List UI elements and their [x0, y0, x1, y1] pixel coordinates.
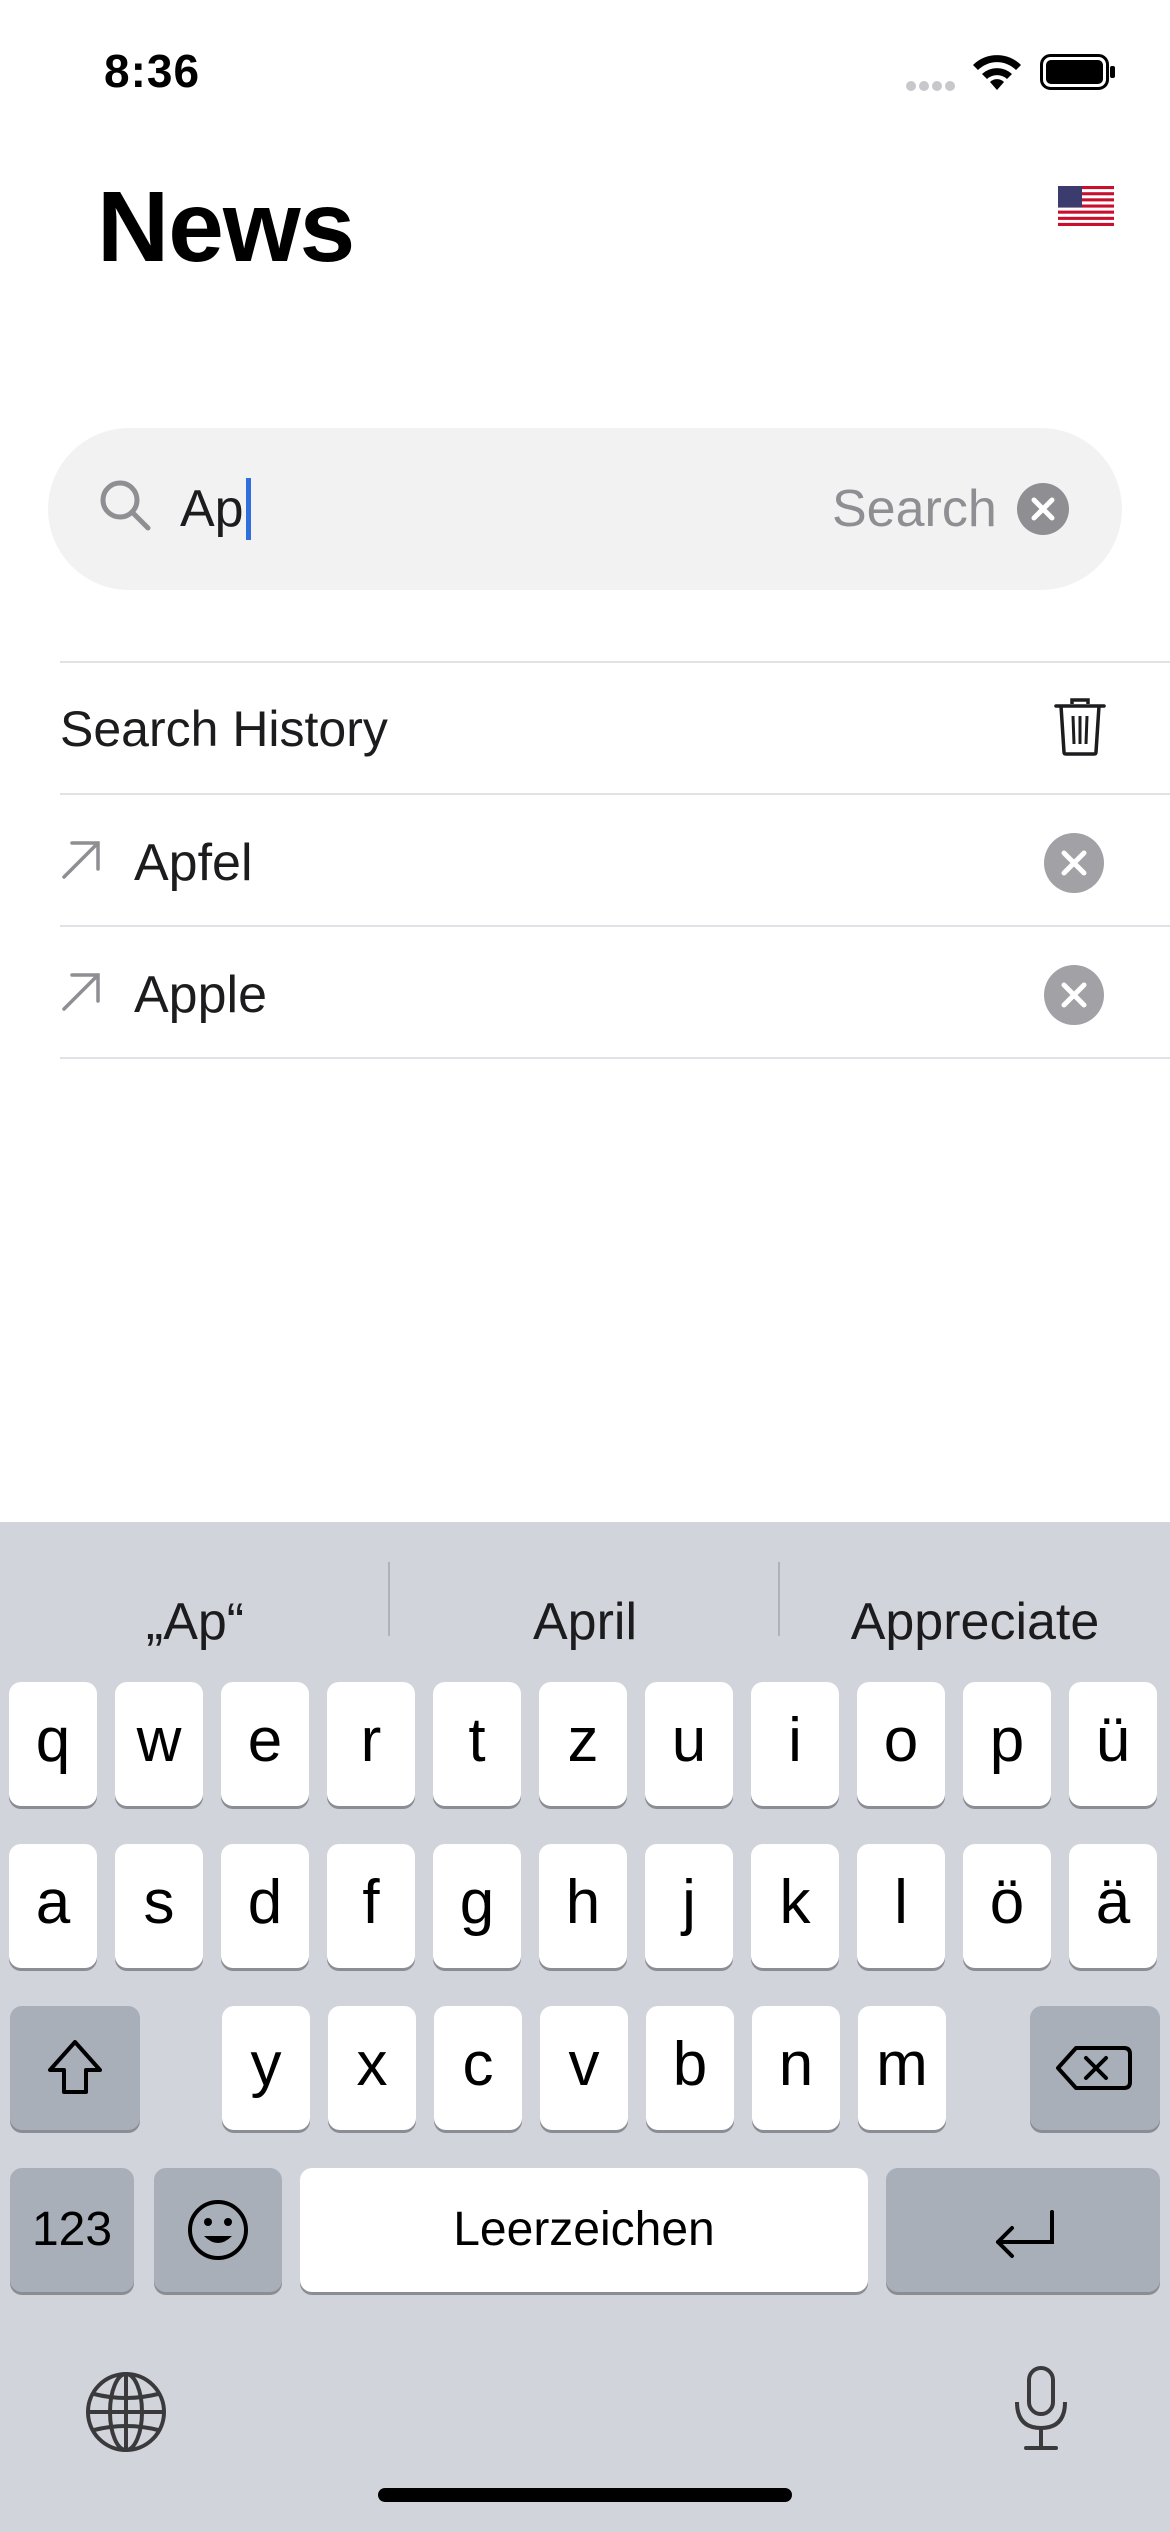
key-q[interactable]: q	[9, 1682, 97, 1806]
key-c[interactable]: c	[434, 2006, 522, 2130]
search-history-item[interactable]: Apfel	[0, 795, 1170, 925]
remove-history-item-icon[interactable]	[1044, 965, 1104, 1025]
keyboard: „Ap“ April Appreciate qwertzuiopü asdfgh…	[0, 1522, 1170, 2532]
backspace-icon	[1056, 2046, 1132, 2090]
suggestion-3[interactable]: Appreciate	[780, 1582, 1170, 1662]
search-button[interactable]: Search	[832, 478, 997, 540]
clear-search-icon[interactable]	[1016, 482, 1070, 536]
key-n[interactable]: n	[752, 2006, 840, 2130]
divider	[60, 661, 1170, 663]
globe-icon[interactable]	[84, 2370, 168, 2454]
emoji-key[interactable]	[154, 2168, 282, 2292]
search-history-item[interactable]: Apple	[0, 927, 1170, 1057]
key-u[interactable]: u	[645, 1682, 733, 1806]
keyboard-row-3: yxcvbnm	[0, 2006, 1170, 2136]
suggestion-1[interactable]: „Ap“	[0, 1582, 390, 1662]
key-t[interactable]: t	[433, 1682, 521, 1806]
trash-icon[interactable]	[1054, 698, 1106, 756]
key-a[interactable]: a	[9, 1844, 97, 1968]
key-l[interactable]: l	[857, 1844, 945, 1968]
search-icon	[100, 480, 151, 531]
us-flag-icon[interactable]	[1058, 186, 1114, 226]
search-input-text: Ap	[180, 480, 244, 538]
search-input[interactable]: Ap	[180, 478, 251, 540]
remove-history-item-icon[interactable]	[1044, 833, 1104, 893]
shift-key[interactable]	[10, 2006, 140, 2130]
key-ä[interactable]: ä	[1069, 1844, 1157, 1968]
microphone-icon[interactable]	[1010, 2364, 1072, 2454]
key-m[interactable]: m	[858, 2006, 946, 2130]
wifi-icon	[973, 55, 1021, 90]
emoji-icon	[188, 2200, 248, 2260]
key-d[interactable]: d	[221, 1844, 309, 1968]
key-i[interactable]: i	[751, 1682, 839, 1806]
home-indicator	[378, 2488, 792, 2502]
cellular-signal-icon	[906, 81, 955, 91]
key-x[interactable]: x	[328, 2006, 416, 2130]
suggestion-2[interactable]: April	[390, 1582, 780, 1662]
status-time: 8:36	[104, 45, 201, 97]
search-history-item-label: Apfel	[134, 834, 253, 892]
return-icon	[996, 2210, 1054, 2258]
space-key[interactable]: Leerzeichen	[300, 2168, 868, 2292]
search-history-item-label: Apple	[134, 966, 267, 1024]
key-j[interactable]: j	[645, 1844, 733, 1968]
delete-key[interactable]	[1030, 2006, 1160, 2130]
numbers-key[interactable]: 123	[10, 2168, 134, 2292]
divider	[60, 1057, 1170, 1059]
key-k[interactable]: k	[751, 1844, 839, 1968]
shift-icon	[48, 2040, 102, 2094]
return-key[interactable]	[886, 2168, 1160, 2292]
key-y[interactable]: y	[222, 2006, 310, 2130]
key-w[interactable]: w	[115, 1682, 203, 1806]
key-f[interactable]: f	[327, 1844, 415, 1968]
search-field[interactable]: Ap Search	[48, 428, 1122, 590]
key-s[interactable]: s	[115, 1844, 203, 1968]
key-o[interactable]: o	[857, 1682, 945, 1806]
key-b[interactable]: b	[646, 2006, 734, 2130]
arrow-up-right-icon	[62, 973, 100, 1011]
key-h[interactable]: h	[539, 1844, 627, 1968]
key-v[interactable]: v	[540, 2006, 628, 2130]
page-title: News	[97, 171, 355, 283]
key-ü[interactable]: ü	[1069, 1682, 1157, 1806]
text-caret	[245, 478, 251, 540]
key-p[interactable]: p	[963, 1682, 1051, 1806]
key-g[interactable]: g	[433, 1844, 521, 1968]
key-e[interactable]: e	[221, 1682, 309, 1806]
keyboard-row-1: qwertzuiopü	[0, 1682, 1170, 1812]
keyboard-row-2: asdfghjklöä	[0, 1844, 1170, 1974]
battery-icon	[1040, 54, 1115, 90]
key-ö[interactable]: ö	[963, 1844, 1051, 1968]
key-r[interactable]: r	[327, 1682, 415, 1806]
search-history-title: Search History	[60, 701, 388, 757]
arrow-up-right-icon	[62, 841, 100, 879]
key-z[interactable]: z	[539, 1682, 627, 1806]
